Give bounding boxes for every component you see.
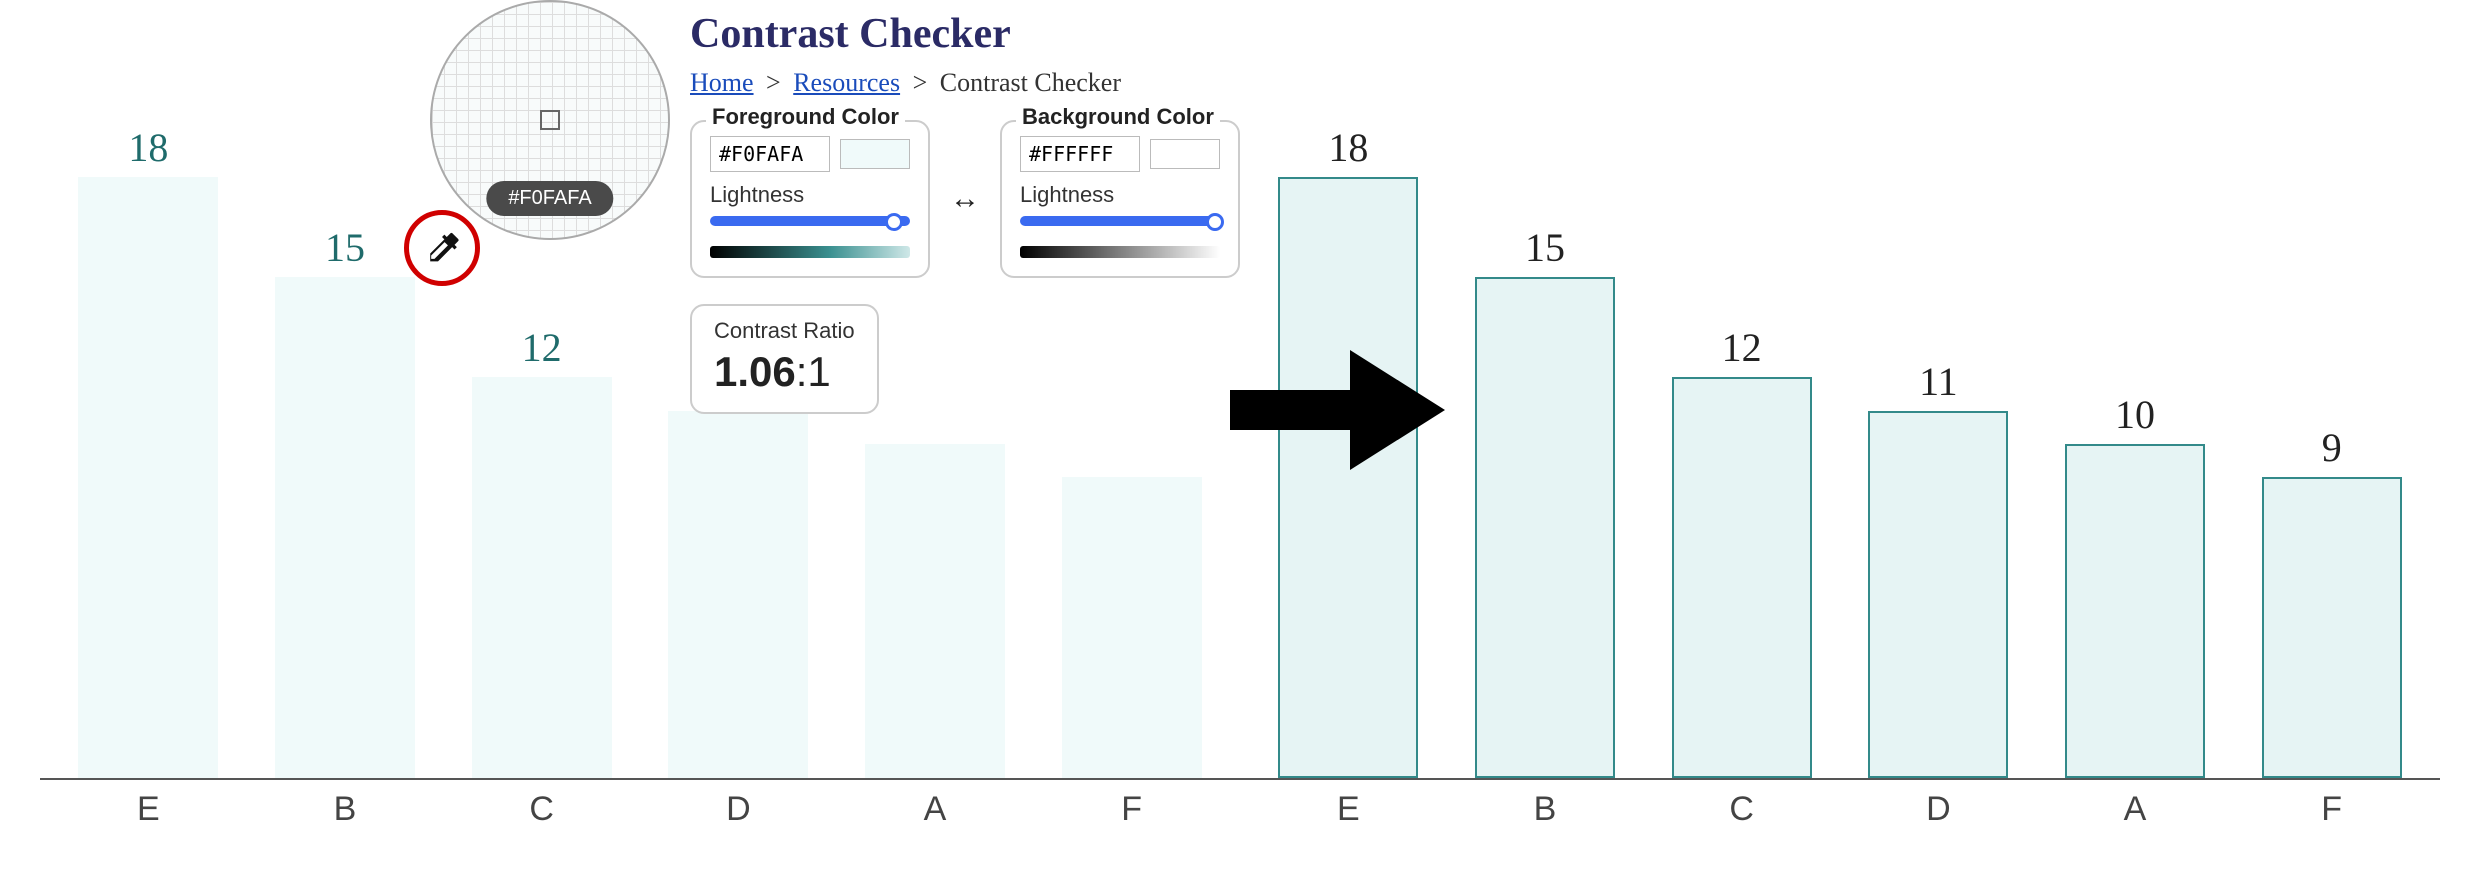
- bar: 12: [1643, 60, 1840, 778]
- contrast-ratio-card: Contrast Ratio 1.06:1: [690, 304, 879, 414]
- foreground-panel: Foreground Color Lightness: [690, 120, 930, 278]
- x-category: C: [1643, 790, 1840, 829]
- bar: 15: [247, 60, 444, 778]
- ratio-label: Contrast Ratio: [714, 318, 855, 344]
- bar-value: 10: [2115, 391, 2155, 438]
- background-label: Background Color: [1016, 104, 1220, 130]
- bar-value: 12: [522, 324, 562, 371]
- foreground-label: Foreground Color: [706, 104, 905, 130]
- bar: 11: [1840, 60, 2037, 778]
- bar-value: 15: [325, 224, 365, 271]
- x-category: B: [1447, 790, 1644, 829]
- background-lightness-label: Lightness: [1020, 182, 1220, 208]
- x-category: E: [50, 790, 247, 829]
- x-category: B: [247, 790, 444, 829]
- x-category: D: [1840, 790, 2037, 829]
- breadcrumb-current: Contrast Checker: [940, 68, 1121, 97]
- background-hex-field[interactable]: [1020, 136, 1140, 172]
- bar-value: 18: [1328, 124, 1368, 171]
- bar-value: 12: [1722, 324, 1762, 371]
- magnifier-hex: #F0FAFA: [486, 181, 613, 216]
- arrow-right-icon: [1230, 340, 1450, 485]
- x-category: C: [443, 790, 640, 829]
- breadcrumb-resources[interactable]: Resources: [793, 68, 900, 97]
- bar-value: 9: [2322, 424, 2342, 471]
- magnifier-icon: #F0FAFA: [430, 0, 670, 240]
- ratio-value: 1.06:1: [714, 348, 855, 396]
- swap-icon[interactable]: ↔: [950, 182, 980, 216]
- x-category: D: [640, 790, 837, 829]
- background-lightness-slider[interactable]: [1020, 216, 1220, 242]
- foreground-hex-field[interactable]: [710, 136, 830, 172]
- x-category: E: [1250, 790, 1447, 829]
- x-category: F: [2233, 790, 2430, 829]
- bar: 18: [50, 60, 247, 778]
- background-swatch[interactable]: [1150, 139, 1220, 169]
- x-category: A: [2037, 790, 2234, 829]
- bar-value: 15: [1525, 224, 1565, 271]
- breadcrumb-home[interactable]: Home: [690, 68, 754, 97]
- eyedropper-icon[interactable]: [404, 210, 480, 286]
- foreground-lightness-label: Lightness: [710, 182, 910, 208]
- foreground-lightness-slider[interactable]: [710, 216, 910, 242]
- x-category: A: [837, 790, 1034, 829]
- foreground-swatch[interactable]: [840, 139, 910, 169]
- bar: 15: [1447, 60, 1644, 778]
- bar-value: 11: [1919, 358, 1958, 405]
- bar: 10: [2037, 60, 2234, 778]
- page-title: Contrast Checker: [690, 10, 1220, 58]
- bar-value: 18: [128, 124, 168, 171]
- bar: 9: [2233, 60, 2430, 778]
- background-panel: Background Color Lightness: [1000, 120, 1240, 278]
- x-category: F: [1033, 790, 1230, 829]
- breadcrumb: Home > Resources > Contrast Checker: [690, 68, 1220, 98]
